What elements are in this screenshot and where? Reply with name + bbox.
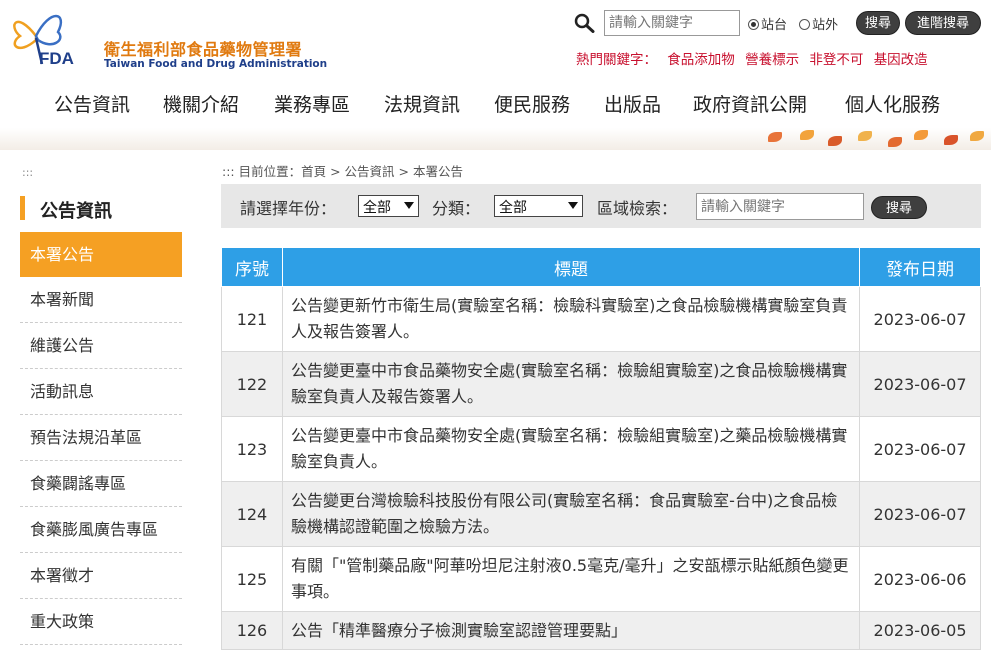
table-row: 123 公告變更臺中市食品藥物安全處(實驗室名稱：檢驗組實驗室)之藥品檢驗機構實… xyxy=(221,416,981,482)
logo-chinese-name: 衛生福利部食品藥物管理署 xyxy=(104,40,303,59)
sidebar-item-events[interactable]: 活動訊息 xyxy=(20,369,182,415)
table-row: 121 公告變更新竹市衛生局(實驗室名稱：檢驗科實驗室)之食品檢驗機構實驗室負責… xyxy=(221,286,981,352)
sidebar-item-exaggerated-ads[interactable]: 食藥膨風廣告專區 xyxy=(20,507,182,553)
site-search-button[interactable]: 搜尋 xyxy=(856,11,900,35)
category-select[interactable]: 全部 xyxy=(494,195,583,217)
sidebar-item-major-policies[interactable]: 重大政策 xyxy=(20,599,182,645)
chevron-down-icon xyxy=(568,202,578,209)
sidebar-item-recruitment[interactable]: 本署徵才 xyxy=(20,553,182,599)
radio-external[interactable]: 站外 xyxy=(799,18,838,33)
row-number: 122 xyxy=(221,351,283,417)
sidebar-item-draft-regulations[interactable]: 預告法規沿革區 xyxy=(20,415,182,461)
hot-keywords-label: 熱門關鍵字： xyxy=(576,52,657,68)
announcements-table: 序號 標題 發布日期 121 公告變更新竹市衛生局(實驗室名稱：檢驗科實驗室)之… xyxy=(221,247,981,650)
category-label: 分類： xyxy=(432,199,481,218)
leaf-icon xyxy=(888,137,902,147)
nav-about[interactable]: 機關介紹 xyxy=(163,90,239,117)
table-row: 122 公告變更臺中市食品藥物安全處(實驗室名稱：檢驗組實驗室)之食品檢驗機構實… xyxy=(221,351,981,417)
search-scope: 站台 站外 xyxy=(748,14,846,33)
column-header-title: 標題 xyxy=(281,247,861,287)
nav-open-government[interactable]: 政府資訊公開 xyxy=(693,90,807,117)
leaf-icon xyxy=(800,130,814,140)
row-title-link[interactable]: 公告變更臺中市食品藥物安全處(實驗室名稱：檢驗組實驗室)之藥品檢驗機構實驗室負責… xyxy=(281,416,861,482)
site-header: FDA 衛生福利部食品藥物管理署 Taiwan Food and Drug Ad… xyxy=(0,0,991,128)
leaf-icon xyxy=(944,135,958,145)
sidebar-item-rumor-clarification[interactable]: 食藥闢謠專區 xyxy=(20,461,182,507)
table-row: 125 有關「"管制藥品廠"阿華吩坦尼注射液0.5毫克/毫升」之安瓿標示貼紙顏色… xyxy=(221,546,981,612)
row-date: 2023-06-07 xyxy=(859,481,981,547)
search-icon xyxy=(574,13,595,33)
nav-business[interactable]: 業務專區 xyxy=(274,90,350,117)
radio-external-dot[interactable] xyxy=(799,19,811,30)
sidebar-item-maintenance[interactable]: 維護公告 xyxy=(20,323,182,369)
row-date: 2023-06-06 xyxy=(859,546,981,612)
breadcrumb: ::: 目前位置：首頁 > 公告資訊 > 本署公告 xyxy=(222,164,463,179)
fda-logo[interactable]: FDA 衛生福利部食品藥物管理署 Taiwan Food and Drug Ad… xyxy=(6,6,328,70)
hot-keyword-link[interactable]: 非登不可 xyxy=(809,52,863,68)
row-date: 2023-06-05 xyxy=(859,611,981,650)
row-date: 2023-06-07 xyxy=(859,416,981,482)
nav-announcements[interactable]: 公告資訊 xyxy=(54,90,130,117)
year-label: 請選擇年份： xyxy=(240,199,337,218)
filter-search-button[interactable]: 搜尋 xyxy=(871,196,927,219)
logo-fda-text: FDA xyxy=(39,49,74,68)
leaf-icon xyxy=(858,131,872,141)
hot-keyword-link[interactable]: 基因改造 xyxy=(874,52,928,68)
region-search-input[interactable] xyxy=(696,193,864,220)
sidebar-title-bar xyxy=(20,196,25,220)
leaf-icon xyxy=(768,132,782,142)
sidebar-menu: 本署公告 本署新聞 維護公告 活動訊息 預告法規沿革區 食藥闢謠專區 食藥膨風廣… xyxy=(20,232,182,645)
table-header-row: 序號 標題 發布日期 xyxy=(221,247,981,287)
row-number: 126 xyxy=(221,611,283,650)
sidebar-title: 公告資訊 xyxy=(20,194,182,222)
decorative-leaf-banner xyxy=(0,128,991,150)
row-title-link[interactable]: 公告「精準醫療分子檢測實驗室認證管理要點」 xyxy=(281,611,861,650)
advanced-search-button[interactable]: 進階搜尋 xyxy=(905,11,981,35)
nav-publications[interactable]: 出版品 xyxy=(604,90,661,117)
nav-services[interactable]: 便民服務 xyxy=(494,90,570,117)
row-date: 2023-06-07 xyxy=(859,351,981,417)
site-search-input[interactable] xyxy=(604,10,740,36)
leaf-icon xyxy=(970,131,984,141)
chevron-down-icon xyxy=(404,202,414,209)
logo-english-name: Taiwan Food and Drug Administration xyxy=(104,58,328,70)
row-title-link[interactable]: 公告變更台灣檢驗科技股份有限公司(實驗室名稱：食品實驗室-台中)之食品檢驗機構認… xyxy=(281,481,861,547)
row-number: 124 xyxy=(221,481,283,547)
year-select-value: 全部 xyxy=(363,200,391,216)
leaf-icon xyxy=(828,136,842,146)
sidebar-accesskey[interactable]: ::: xyxy=(22,166,33,179)
hot-keyword-link[interactable]: 營養標示 xyxy=(745,52,799,68)
region-search-label: 區域檢索： xyxy=(597,199,678,218)
site-search: 站台 站外 搜尋 進階搜尋 xyxy=(572,10,984,36)
row-date: 2023-06-07 xyxy=(859,286,981,352)
column-header-number: 序號 xyxy=(221,247,283,287)
row-number: 121 xyxy=(221,286,283,352)
row-title-link[interactable]: 有關「"管制藥品廠"阿華吩坦尼注射液0.5毫克/毫升」之安瓿標示貼紙顏色變更事項… xyxy=(281,546,861,612)
radio-site-dot[interactable] xyxy=(748,19,759,30)
category-select-value: 全部 xyxy=(499,200,527,216)
leaf-icon xyxy=(914,130,928,140)
table-row: 126 公告「精準醫療分子檢測實驗室認證管理要點」 2023-06-05 xyxy=(221,611,981,650)
main-navigation: 公告資訊 機關介紹 業務專區 法規資訊 便民服務 出版品 政府資訊公開 個人化服… xyxy=(40,90,980,120)
filter-bar: 請選擇年份： 全部 分類： 全部 區域檢索： 搜尋 xyxy=(221,184,981,228)
butterfly-logo-icon: FDA xyxy=(13,14,74,68)
radio-site[interactable]: 站台 xyxy=(748,18,787,33)
row-title-link[interactable]: 公告變更新竹市衛生局(實驗室名稱：檢驗科實驗室)之食品檢驗機構實驗室負責人及報告… xyxy=(281,286,861,352)
year-select[interactable]: 全部 xyxy=(358,195,419,217)
nav-regulations[interactable]: 法規資訊 xyxy=(384,90,460,117)
content-frame: ::: 公告資訊 本署公告 本署新聞 維護公告 活動訊息 預告法規沿革區 食藥闢… xyxy=(0,150,991,654)
row-number: 125 xyxy=(221,546,283,612)
row-number: 123 xyxy=(221,416,283,482)
hot-keyword-link[interactable]: 食品添加物 xyxy=(667,52,735,68)
nav-personal[interactable]: 個人化服務 xyxy=(845,90,940,117)
row-title-link[interactable]: 公告變更臺中市食品藥物安全處(實驗室名稱：檢驗組實驗室)之食品檢驗機構實驗室負責… xyxy=(281,351,861,417)
table-row: 124 公告變更台灣檢驗科技股份有限公司(實驗室名稱：食品實驗室-台中)之食品檢… xyxy=(221,481,981,547)
column-header-date: 發布日期 xyxy=(859,247,981,287)
sidebar-item-agency-news[interactable]: 本署新聞 xyxy=(20,277,182,323)
sidebar-item-agency-announcements[interactable]: 本署公告 xyxy=(20,232,182,277)
sidebar-title-text: 公告資訊 xyxy=(40,201,112,222)
hot-keywords: 熱門關鍵字： 食品添加物 營養標示 非登不可 基因改造 xyxy=(576,48,934,68)
